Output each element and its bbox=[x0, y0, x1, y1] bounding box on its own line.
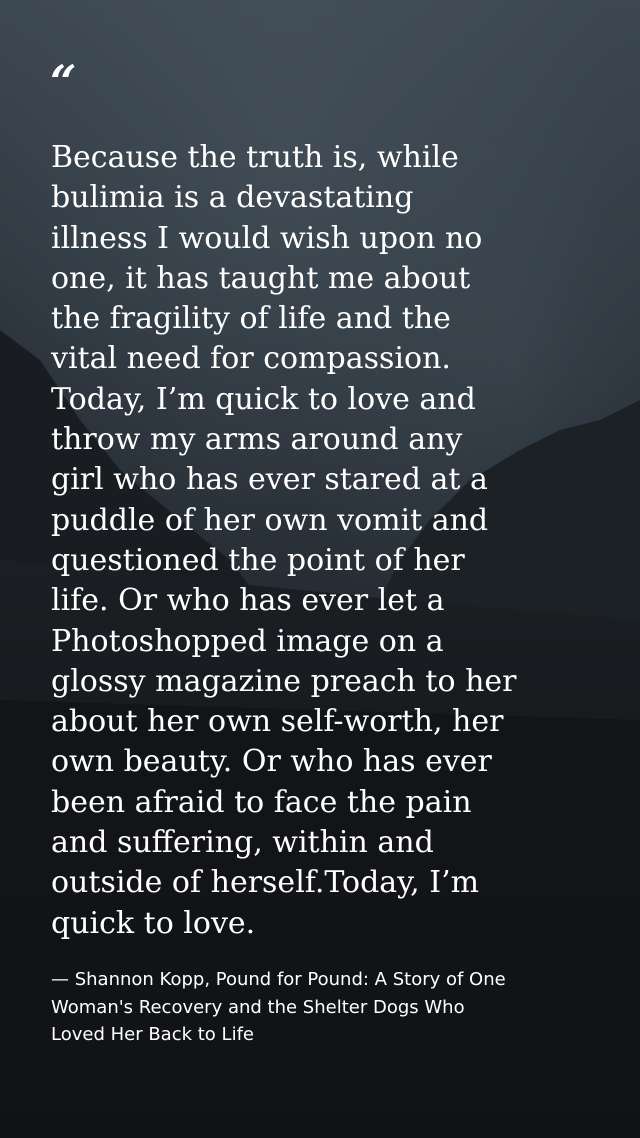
quote-text: Because the truth is, while bulimia is a… bbox=[51, 140, 517, 941]
quote-attribution: — Shannon Kopp, Pound for Pound: A Story… bbox=[51, 969, 506, 1045]
quote-mark-icon: “ bbox=[50, 55, 77, 109]
